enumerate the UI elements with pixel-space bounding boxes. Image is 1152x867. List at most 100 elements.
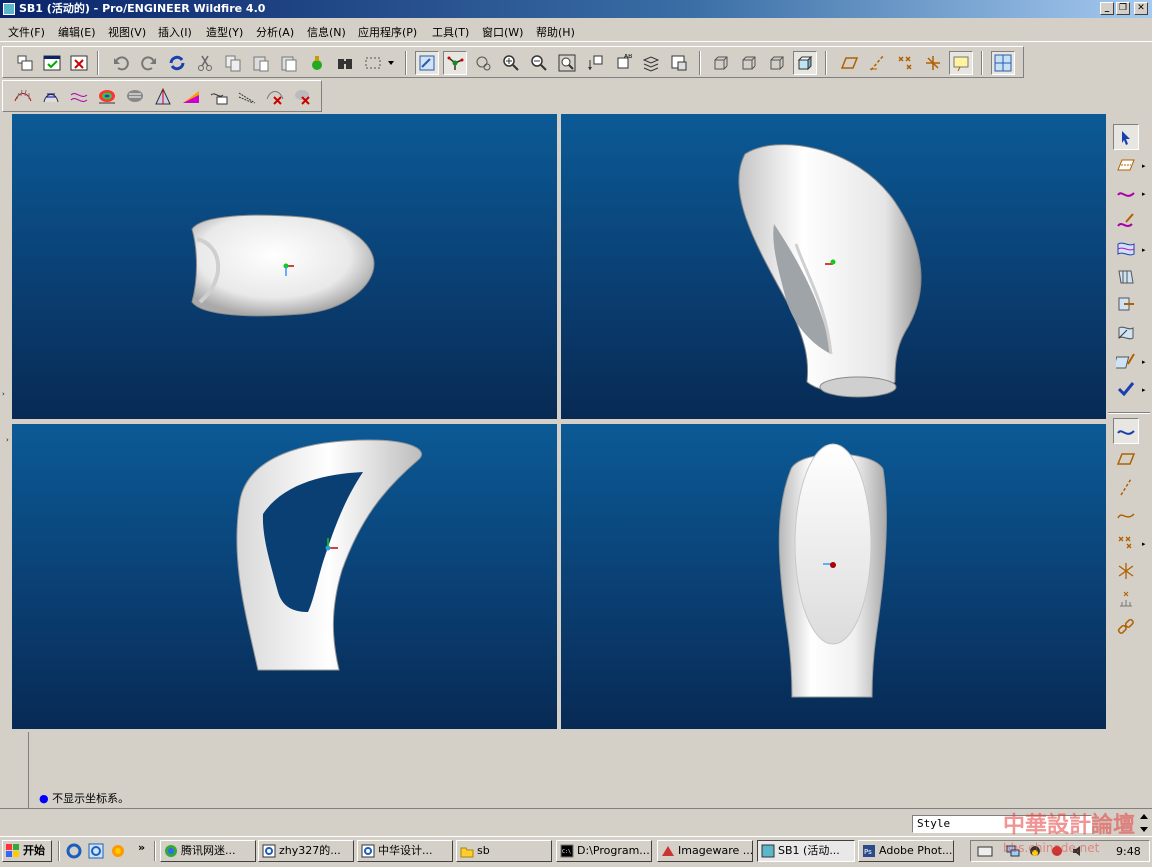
datum-plane-icon[interactable] xyxy=(1113,446,1139,472)
layers-icon[interactable] xyxy=(639,51,663,75)
qq-tray-icon[interactable] xyxy=(1027,844,1043,861)
undo-icon[interactable] xyxy=(109,51,133,75)
csys-icon[interactable] xyxy=(1113,586,1139,612)
chain-icon[interactable] xyxy=(1113,614,1139,640)
done-check-icon[interactable] xyxy=(1113,376,1139,402)
offset-icon[interactable] xyxy=(67,85,91,109)
graphics-area[interactable] xyxy=(10,114,1106,730)
curve-analysis-icon[interactable] xyxy=(207,85,231,109)
refit-icon[interactable] xyxy=(555,51,579,75)
filter-field[interactable]: Style xyxy=(912,815,1092,833)
dihedral-icon[interactable] xyxy=(235,85,259,109)
sketched-curve-icon[interactable] xyxy=(1113,502,1139,528)
datum-axes-icon[interactable] xyxy=(865,51,889,75)
app-quicklaunch-icon[interactable] xyxy=(110,843,126,862)
viewport-front[interactable] xyxy=(12,424,557,729)
edit-surface-icon[interactable] xyxy=(1113,320,1139,346)
select-dropdown-icon[interactable] xyxy=(385,51,397,75)
reflection-icon[interactable] xyxy=(123,85,147,109)
no-hidden-icon[interactable] xyxy=(765,51,789,75)
orient-icon[interactable] xyxy=(471,51,495,75)
multi-view-icon[interactable] xyxy=(991,51,1015,75)
hidden-line-icon[interactable] xyxy=(737,51,761,75)
curve-icon[interactable] xyxy=(1113,180,1139,206)
zoom-in-icon[interactable] xyxy=(499,51,523,75)
datum-point-icon[interactable] xyxy=(1113,530,1139,556)
spin-center-icon[interactable] xyxy=(443,51,467,75)
connect-surface-icon[interactable] xyxy=(1113,264,1139,290)
network-tray-icon[interactable] xyxy=(1005,844,1021,861)
shaded-curvature-icon[interactable] xyxy=(95,85,119,109)
view-manager-icon[interactable] xyxy=(667,51,691,75)
menu-analysis[interactable]: 分析(A) xyxy=(256,24,294,40)
saved-views-icon[interactable]: AB xyxy=(611,51,635,75)
task-zhonghua[interactable]: 中华设计... xyxy=(357,840,453,862)
task-qq[interactable]: 腾讯网迷... xyxy=(160,840,256,862)
paste-icon[interactable] xyxy=(249,51,273,75)
curvature-icon[interactable] xyxy=(11,85,35,109)
viewport-right[interactable] xyxy=(561,424,1106,729)
antivirus-tray-icon[interactable] xyxy=(1049,844,1065,861)
close-button[interactable]: ✕ xyxy=(1134,2,1148,15)
redo-icon[interactable] xyxy=(137,51,161,75)
ie2-quicklaunch-icon[interactable] xyxy=(88,843,104,862)
menu-edit[interactable]: 编辑(E) xyxy=(58,24,96,40)
start-button[interactable]: 开始 xyxy=(2,840,52,862)
paste-special-icon[interactable] xyxy=(277,51,301,75)
intersect-point-icon[interactable] xyxy=(1113,558,1139,584)
reorient-icon[interactable] xyxy=(583,51,607,75)
menu-tools[interactable]: 工具(T) xyxy=(432,24,469,40)
datum-curve-icon[interactable] xyxy=(1113,418,1139,444)
task-proe[interactable]: SB1 (活动... xyxy=(757,840,855,862)
datum-points-icon[interactable] xyxy=(893,51,917,75)
task-zhy327[interactable]: zhy327的... xyxy=(258,840,354,862)
save-icon[interactable] xyxy=(40,51,64,75)
delete-all-analysis-icon[interactable] xyxy=(291,85,315,109)
zoom-out-icon[interactable] xyxy=(527,51,551,75)
cut-icon[interactable] xyxy=(193,51,217,75)
viewport-top[interactable] xyxy=(12,114,557,419)
task-sb-folder[interactable]: sb xyxy=(456,840,552,862)
task-photoshop[interactable]: Ps Adobe Phot... xyxy=(858,840,954,862)
copy-icon[interactable] xyxy=(221,51,245,75)
new-window-icon[interactable] xyxy=(13,51,37,75)
menu-applications[interactable]: 应用程序(P) xyxy=(358,24,417,40)
menu-window[interactable]: 窗口(W) xyxy=(482,24,523,40)
edit-curve-icon[interactable] xyxy=(1113,208,1139,234)
close-window-icon[interactable] xyxy=(67,51,91,75)
task-imageware[interactable]: Imageware ... xyxy=(657,840,753,862)
task-cmd[interactable]: C:\ D:\Program... xyxy=(556,840,652,862)
style-surface-icon[interactable] xyxy=(1113,348,1139,374)
menu-style[interactable]: 造型(Y) xyxy=(206,24,243,40)
message-scroll[interactable] xyxy=(1138,811,1150,835)
datum-planes-icon[interactable] xyxy=(837,51,861,75)
volume-tray-icon[interactable] xyxy=(1071,844,1087,861)
select-icon[interactable] xyxy=(1113,124,1139,150)
draft-icon[interactable] xyxy=(151,85,175,109)
trim-surface-icon[interactable] xyxy=(1113,292,1139,318)
more-quicklaunch-icon[interactable]: » xyxy=(138,841,145,854)
regenerate-icon[interactable] xyxy=(165,51,189,75)
wireframe-icon[interactable] xyxy=(709,51,733,75)
keyboard-tray-icon[interactable] xyxy=(977,844,993,861)
ie-quicklaunch-icon[interactable] xyxy=(66,843,82,862)
viewport-iso[interactable] xyxy=(561,114,1106,419)
menu-help[interactable]: 帮助(H) xyxy=(536,24,575,40)
left-expand-arrow[interactable]: › xyxy=(6,436,9,444)
shaded-icon[interactable] xyxy=(793,51,817,75)
menu-insert[interactable]: 插入(I) xyxy=(158,24,192,40)
menu-info[interactable]: 信息(N) xyxy=(307,24,346,40)
datum-axis-icon[interactable] xyxy=(1113,474,1139,500)
internal-plane-icon[interactable] xyxy=(1113,152,1139,178)
menu-view[interactable]: 视图(V) xyxy=(108,24,146,40)
model-tree-icon[interactable] xyxy=(305,51,329,75)
section-icon[interactable] xyxy=(39,85,63,109)
surface-icon[interactable] xyxy=(1113,236,1139,262)
menu-file[interactable]: 文件(F) xyxy=(8,24,45,40)
restore-button[interactable]: ❐ xyxy=(1116,2,1130,15)
delete-analysis-icon[interactable] xyxy=(263,85,287,109)
title-bar[interactable]: SB1 (活动的) - Pro/ENGINEER Wildfire 4.0 _ … xyxy=(0,0,1152,18)
datum-csys-icon[interactable] xyxy=(921,51,945,75)
slope-icon[interactable] xyxy=(179,85,203,109)
annotations-icon[interactable] xyxy=(949,51,973,75)
